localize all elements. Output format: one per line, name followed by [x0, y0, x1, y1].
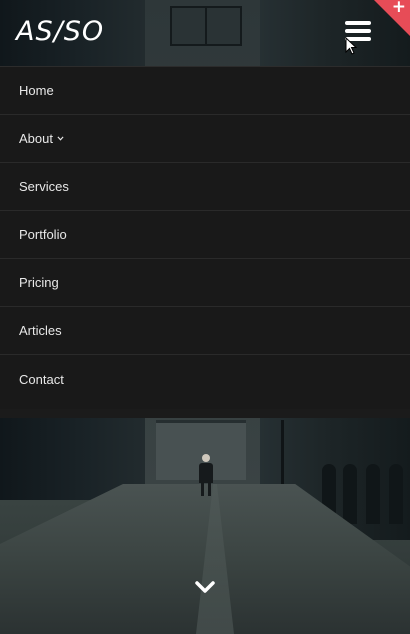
mouse-cursor-icon [345, 37, 357, 55]
menu-item-portfolio[interactable]: Portfolio [0, 211, 410, 259]
menu-bottom-edge [0, 409, 410, 418]
chevron-down-icon [57, 136, 64, 141]
menu-item-services[interactable]: Services [0, 163, 410, 211]
site-logo[interactable]: AS/SO [16, 16, 104, 47]
menu-item-label: Services [19, 179, 69, 194]
menu-item-label: About [19, 131, 53, 146]
plus-icon[interactable]: + [392, 0, 406, 17]
menu-item-label: Pricing [19, 275, 59, 290]
menu-item-label: Contact [19, 371, 64, 387]
menu-item-contact[interactable]: Contact [0, 355, 410, 403]
menu-item-pricing[interactable]: Pricing [0, 259, 410, 307]
menu-item-label: Home [19, 83, 54, 98]
menu-item-label: Articles [19, 323, 62, 338]
mobile-nav-menu: Home About Services Portfolio Pricing Ar… [0, 66, 410, 409]
menu-item-home[interactable]: Home [0, 67, 410, 115]
menu-item-label: Portfolio [19, 227, 67, 242]
site-header: AS/SO + [0, 0, 410, 66]
menu-item-articles[interactable]: Articles [0, 307, 410, 355]
walking-person [199, 454, 213, 496]
menu-item-about[interactable]: About [0, 115, 410, 163]
scroll-down-chevron-icon[interactable] [195, 580, 215, 596]
